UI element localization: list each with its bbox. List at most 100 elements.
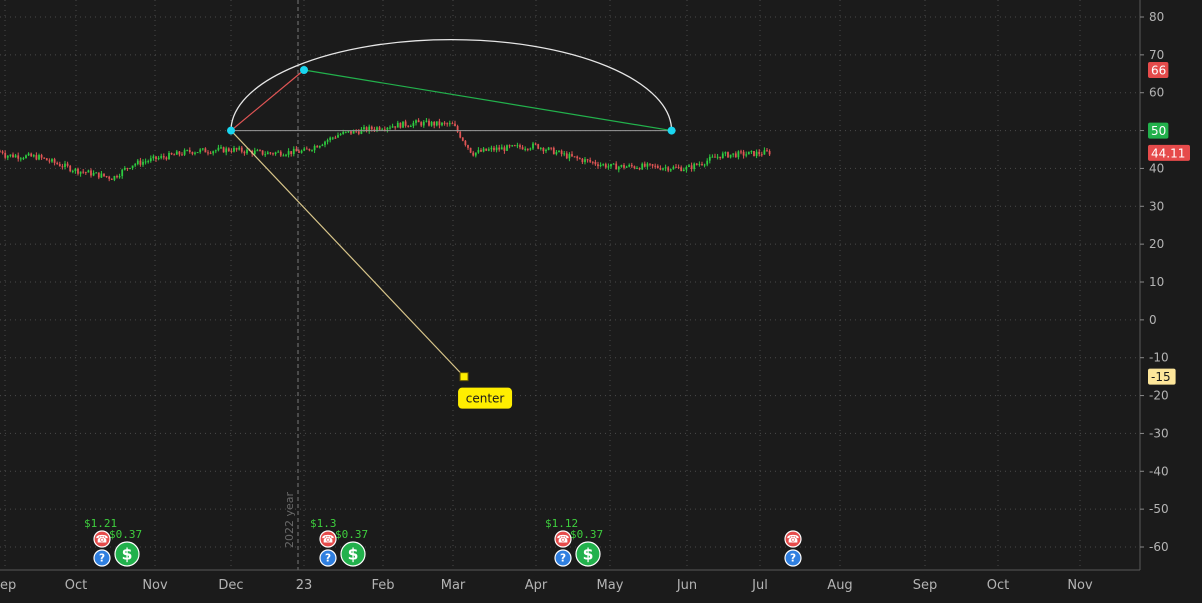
candle-down bbox=[508, 145, 511, 147]
candle-up bbox=[708, 156, 711, 161]
candle-up bbox=[87, 170, 90, 173]
candle-down bbox=[334, 137, 337, 139]
candle-down bbox=[534, 143, 537, 145]
arc-end-handle[interactable] bbox=[667, 126, 676, 135]
candle-down bbox=[571, 154, 573, 157]
earnings-amount: $1.3 bbox=[310, 517, 337, 530]
candle-down bbox=[578, 158, 581, 160]
y-tick-label: 20 bbox=[1149, 237, 1164, 251]
candle-down bbox=[451, 123, 454, 125]
candle-up bbox=[292, 148, 295, 155]
candle-up bbox=[225, 148, 228, 153]
candle-down bbox=[69, 165, 72, 172]
candle-down bbox=[630, 164, 633, 167]
candle-up bbox=[620, 164, 623, 167]
candle-down bbox=[378, 127, 381, 130]
candle-down bbox=[586, 159, 589, 161]
candle-down bbox=[35, 155, 38, 160]
candle-up bbox=[313, 146, 316, 151]
candle-down bbox=[623, 164, 625, 168]
candle-down bbox=[17, 155, 20, 159]
candle-up bbox=[25, 155, 27, 159]
candle-up bbox=[495, 147, 498, 151]
candle-down bbox=[695, 163, 698, 165]
candle-up bbox=[558, 150, 560, 152]
candle-down bbox=[503, 147, 506, 151]
candle-down bbox=[469, 147, 472, 153]
candle-up bbox=[19, 158, 22, 160]
candle-up bbox=[214, 150, 217, 152]
candle-up bbox=[186, 150, 189, 152]
candle-down bbox=[170, 153, 173, 155]
candle-up bbox=[347, 131, 350, 133]
candle-down bbox=[604, 164, 607, 168]
candle-down bbox=[615, 163, 618, 170]
candle-down bbox=[677, 167, 680, 169]
candle-up bbox=[474, 152, 477, 156]
x-tick-label: Jun bbox=[676, 578, 697, 593]
arc-peak-handle[interactable] bbox=[300, 66, 308, 74]
candle-down bbox=[433, 122, 436, 126]
x-tick-label: Jul bbox=[751, 578, 768, 593]
center-handle[interactable] bbox=[459, 372, 469, 382]
candle-up bbox=[412, 122, 415, 127]
candle-up bbox=[763, 150, 766, 155]
candle-up bbox=[703, 164, 706, 166]
candle-up bbox=[612, 163, 615, 165]
candle-down bbox=[173, 154, 176, 156]
candle-up bbox=[27, 153, 30, 156]
candle-down bbox=[537, 144, 540, 149]
conference-call-icon-glyph: ☎ bbox=[96, 534, 109, 546]
candle-up bbox=[157, 157, 160, 160]
candle-down bbox=[66, 163, 69, 166]
candle-down bbox=[139, 160, 142, 165]
candle-down bbox=[43, 157, 46, 159]
candle-down bbox=[701, 164, 703, 166]
candle-up bbox=[625, 166, 628, 168]
candle-down bbox=[552, 147, 555, 155]
candle-up bbox=[745, 154, 748, 156]
candle-down bbox=[526, 148, 529, 150]
center-label: center bbox=[466, 392, 505, 406]
y-tick-label: 70 bbox=[1149, 48, 1164, 62]
candle-up bbox=[747, 151, 750, 155]
arc-start-handle[interactable] bbox=[227, 126, 235, 135]
candle-down bbox=[472, 152, 475, 156]
candle-down bbox=[719, 156, 722, 159]
y-tick-label: -40 bbox=[1149, 464, 1169, 478]
candle-up bbox=[516, 145, 519, 147]
candle-up bbox=[706, 160, 709, 165]
candle-up bbox=[602, 164, 605, 166]
candle-up bbox=[6, 155, 9, 158]
candle-down bbox=[191, 152, 194, 154]
y-tick-label: 0 bbox=[1149, 313, 1157, 327]
candle-up bbox=[121, 169, 124, 177]
candle-up bbox=[610, 163, 612, 167]
candle-down bbox=[61, 166, 64, 168]
candle-up bbox=[256, 150, 259, 152]
candle-down bbox=[428, 120, 430, 126]
candle-down bbox=[498, 147, 501, 150]
conference-call-icon-glyph: ☎ bbox=[322, 534, 335, 546]
candle-up bbox=[500, 147, 503, 150]
candle-down bbox=[597, 164, 599, 167]
candle-down bbox=[649, 163, 651, 165]
candle-up bbox=[51, 159, 53, 162]
candle-up bbox=[285, 154, 287, 156]
candle-up bbox=[628, 164, 631, 167]
earnings-icon-glyph: ? bbox=[790, 553, 796, 565]
candle-down bbox=[316, 146, 319, 148]
candle-up bbox=[711, 156, 714, 158]
candle-up bbox=[430, 122, 433, 126]
candle-down bbox=[40, 155, 43, 158]
y-tick-label: 30 bbox=[1149, 199, 1164, 213]
year-label: 2022 year bbox=[283, 491, 296, 548]
candle-down bbox=[654, 165, 657, 167]
candle-up bbox=[607, 166, 610, 168]
candle-up bbox=[92, 172, 95, 176]
earnings-icon-glyph: ? bbox=[99, 553, 105, 565]
candle-up bbox=[217, 147, 220, 151]
candle-up bbox=[131, 165, 134, 169]
candle-down bbox=[77, 168, 79, 174]
price-chart[interactable]: 2022 year center 80 70 60 50 40 30 20 10 0 -10 -20 -3… bbox=[0, 0, 1202, 603]
